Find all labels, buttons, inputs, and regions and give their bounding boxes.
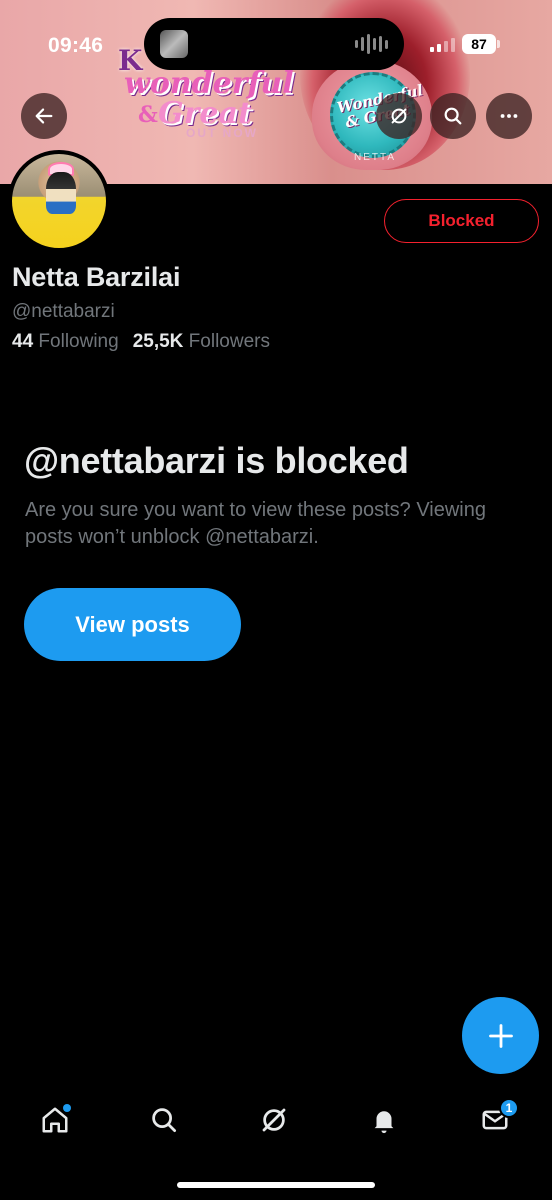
dynamic-island[interactable] (144, 18, 404, 70)
profile-avatar[interactable] (8, 150, 110, 252)
blocked-notice-title: @nettabarzi is blocked (24, 440, 409, 481)
audio-waveform-icon (355, 34, 388, 54)
arrow-left-icon (35, 108, 53, 124)
bell-icon (374, 1111, 394, 1134)
more-dots-icon (500, 114, 518, 118)
followers-link[interactable]: 25,5K Followers (133, 331, 270, 352)
search-icon (152, 1108, 176, 1132)
more-options-button[interactable] (486, 93, 532, 139)
banner-title-ampersand: & (138, 102, 158, 128)
home-indicator[interactable] (177, 1182, 375, 1188)
messages-badge: 1 (499, 1098, 519, 1118)
grok-analyze-button[interactable] (376, 93, 422, 139)
profile-handle: @nettabarzi (12, 301, 115, 322)
bottom-nav: 1 (0, 1090, 552, 1150)
home-unread-dot (63, 1104, 71, 1112)
plus-icon (488, 1023, 513, 1048)
followers-label: Followers (188, 331, 270, 352)
profile-name: Netta Barzilai (12, 262, 181, 292)
grok-icon (391, 108, 407, 124)
banner-title-out-now: OUT NOW (186, 126, 258, 140)
following-count: 44 (12, 331, 34, 352)
following-link[interactable]: 44 Following (12, 331, 119, 352)
compose-post-button[interactable] (462, 997, 539, 1074)
view-posts-button[interactable]: View posts (24, 588, 241, 661)
nav-grok[interactable] (252, 1098, 296, 1142)
back-button[interactable] (21, 93, 67, 139)
now-playing-thumbnail (160, 30, 188, 58)
blocked-notice-description: Are you sure you want to view these post… (25, 499, 486, 548)
search-icon (444, 107, 462, 125)
status-time: 09:46 (48, 34, 104, 57)
banner-cap-brand: NETTA (353, 152, 397, 163)
battery-tip (497, 40, 500, 48)
nav-home[interactable] (33, 1098, 77, 1142)
profile-search-button[interactable] (430, 93, 476, 139)
following-label: Following (38, 331, 119, 352)
profile-stats: 44 Following 25,5K Followers (12, 331, 270, 353)
nav-search[interactable] (142, 1098, 186, 1142)
followers-count: 25,5K (132, 331, 184, 352)
cellular-signal-icon (430, 36, 455, 52)
blocked-button[interactable]: Blocked (384, 199, 539, 243)
grok-icon (262, 1108, 286, 1132)
avatar-figure-art (46, 172, 76, 214)
battery-indicator: 87 (462, 34, 496, 54)
nav-messages[interactable]: 1 (473, 1098, 519, 1142)
nav-notifications[interactable] (362, 1098, 406, 1142)
